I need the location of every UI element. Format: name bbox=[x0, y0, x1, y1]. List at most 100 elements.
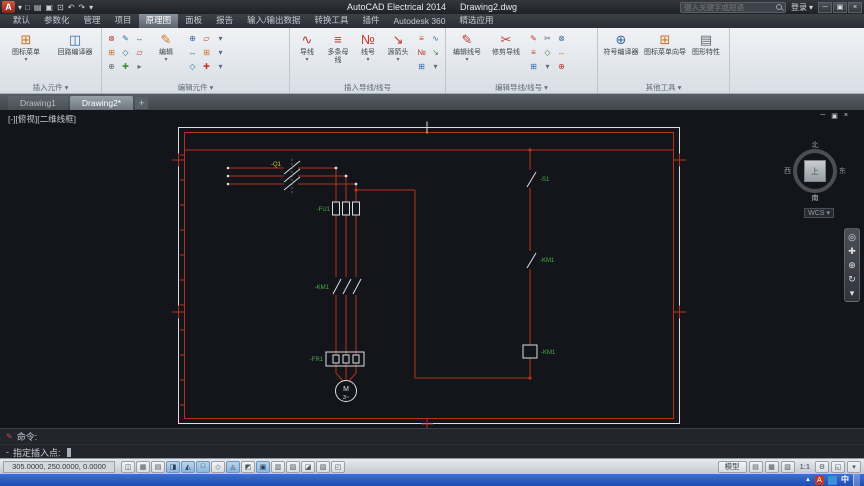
edit-tool-icon[interactable]: ▱ bbox=[133, 46, 146, 59]
viewport-controls[interactable]: [-][俯视][二维线框] bbox=[8, 113, 76, 125]
viewcube[interactable]: 上 北 南 西 东 bbox=[784, 140, 846, 203]
edit-wire-tool-icon[interactable]: ⊕ bbox=[555, 60, 568, 73]
drawing-properties-button[interactable]: ▤ 图形特性 bbox=[689, 30, 723, 58]
toggle-object-snap[interactable]: □ bbox=[196, 460, 210, 473]
sign-in-button[interactable]: 登录 ▾ bbox=[791, 2, 813, 13]
ribbon-tab-import-export[interactable]: 输入/输出数据 bbox=[240, 13, 307, 28]
command-line[interactable]: ✎ 命令: - 指定插入点: bbox=[0, 428, 864, 458]
viewport-minimize-icon[interactable]: ─ bbox=[820, 112, 825, 120]
wcs-dropdown[interactable]: WCS ▾ bbox=[804, 208, 834, 218]
viewcube-cube[interactable]: 上 bbox=[804, 160, 826, 182]
open-file-icon[interactable]: ▤ bbox=[34, 3, 42, 12]
edit-button[interactable]: ✎ 编辑 ▾ bbox=[149, 30, 183, 64]
toggle-dynamic-input[interactable]: ▣ bbox=[256, 460, 270, 473]
coordinates-readout[interactable]: 305.0000, 250.0000, 0.0000 bbox=[3, 460, 115, 473]
flyout-chevron-icon[interactable]: ▾ bbox=[541, 60, 554, 73]
edit-tool-icon[interactable]: ✎ bbox=[119, 32, 132, 45]
viewcube-north-label[interactable]: 北 bbox=[812, 140, 819, 150]
wire-button[interactable]: ∿ 导线 ▾ bbox=[293, 30, 321, 64]
annotation-scale[interactable]: 1:1 bbox=[797, 462, 813, 471]
trim-wire-button[interactable]: ✂ 修剪导线 bbox=[488, 30, 524, 58]
wire-tool-icon[interactable]: ∿ bbox=[429, 32, 442, 45]
tray-app-icon[interactable] bbox=[828, 475, 837, 485]
doc-tab-drawing2[interactable]: Drawing2* bbox=[69, 96, 134, 110]
quick-view-layouts-icon[interactable]: ▤ bbox=[748, 460, 763, 473]
panel-title-insert-components[interactable]: 插入元件 ▾ bbox=[0, 81, 101, 93]
toggle-3d-object-snap[interactable]: ◇ bbox=[211, 460, 225, 473]
redo-icon[interactable]: ↷ bbox=[78, 3, 85, 12]
doc-tab-drawing1[interactable]: Drawing1 bbox=[8, 96, 68, 110]
app-logo-icon[interactable]: A bbox=[2, 1, 15, 13]
zoom-icon[interactable]: ⊕ bbox=[848, 260, 856, 270]
edit-tool-icon[interactable]: ⊕ bbox=[105, 60, 118, 73]
save-icon[interactable]: ▣ bbox=[45, 3, 53, 12]
ribbon-tab-panel[interactable]: 面板 bbox=[178, 13, 209, 28]
edit-tool-icon[interactable]: ⊞ bbox=[105, 46, 118, 59]
ribbon-tab-parametric[interactable]: 参数化 bbox=[37, 13, 77, 28]
restore-button[interactable]: ▣ bbox=[833, 1, 847, 13]
symbol-builder-button[interactable]: ⊕ 符号编译器 bbox=[601, 30, 641, 58]
help-search-box[interactable] bbox=[679, 1, 786, 13]
pan-icon[interactable]: ✚ bbox=[848, 246, 856, 256]
toggle-dynamic-ucs[interactable]: ◩ bbox=[241, 460, 255, 473]
toggle-snap[interactable]: ▦ bbox=[136, 460, 150, 473]
steering-wheel-icon[interactable]: ◎ bbox=[848, 232, 856, 242]
wire-number-button[interactable]: № 线号 ▾ bbox=[355, 30, 381, 64]
ribbon-tab-autodesk-360[interactable]: Autodesk 360 bbox=[387, 15, 453, 28]
panel-title-other-tools[interactable]: 其他工具 ▾ bbox=[598, 81, 729, 93]
ribbon-tab-conversion-tools[interactable]: 转换工具 bbox=[307, 13, 355, 28]
edit-wire-tool-icon[interactable]: ⊗ bbox=[555, 32, 568, 45]
viewcube-east-label[interactable]: 东 bbox=[839, 166, 846, 176]
edit-wire-tool-icon[interactable]: ≡ bbox=[527, 46, 540, 59]
toggle-ortho[interactable]: ◨ bbox=[166, 460, 180, 473]
search-input[interactable] bbox=[683, 2, 773, 12]
new-drawing-tab-button[interactable]: + bbox=[135, 97, 149, 109]
autocad-tray-icon[interactable]: A bbox=[815, 475, 824, 485]
ribbon-tab-manage[interactable]: 管理 bbox=[77, 13, 108, 28]
edit-tool-icon[interactable]: ▱ bbox=[200, 32, 213, 45]
wire-tool-icon[interactable]: ≡ bbox=[415, 32, 428, 45]
edit-tool-icon[interactable]: ⊞ bbox=[200, 46, 213, 59]
panel-title-edit-wires[interactable]: 编辑导线/线号 ▾ bbox=[446, 81, 597, 93]
panel-title-insert-wires[interactable]: 插入导线/线号 bbox=[290, 81, 445, 93]
tray-expand-icon[interactable]: ▲ bbox=[805, 477, 811, 483]
edit-tool-icon[interactable]: ✚ bbox=[119, 60, 132, 73]
new-file-icon[interactable]: □ bbox=[25, 3, 30, 12]
flyout-chevron-icon[interactable]: ▾ bbox=[429, 60, 442, 73]
toggle-object-snap-tracking[interactable]: ◬ bbox=[226, 460, 240, 473]
ribbon-tab-schematic[interactable]: 原理图 bbox=[138, 13, 179, 28]
flyout-chevron-icon[interactable]: ▾ bbox=[214, 32, 227, 45]
plot-icon[interactable]: ⊡ bbox=[57, 3, 64, 12]
viewcube-south-label[interactable]: 南 bbox=[812, 193, 819, 203]
toggle-infer-constraints[interactable]: ◫ bbox=[121, 460, 135, 473]
icon-menu-button[interactable]: ⊞ 图标菜单 ▾ bbox=[3, 30, 49, 64]
ribbon-tab-plugins[interactable]: 插件 bbox=[356, 13, 387, 28]
source-arrow-button[interactable]: ↘ 源箭头 ▾ bbox=[384, 30, 412, 64]
ribbon-tab-featured-apps[interactable]: 精选应用 bbox=[453, 13, 501, 28]
command-customize-icon[interactable]: ✎ bbox=[6, 432, 13, 441]
toggle-quick-properties[interactable]: ◪ bbox=[301, 460, 315, 473]
wire-tool-icon[interactable]: ↘ bbox=[429, 46, 442, 59]
drawing-canvas[interactable]: -Q1 -FU1 -KM1 -FR1 M 3~ -S1 -KM1 -KM1 [-… bbox=[0, 110, 864, 428]
edit-wire-tool-icon[interactable]: ✂ bbox=[541, 32, 554, 45]
ribbon-tab-project[interactable]: 项目 bbox=[108, 13, 139, 28]
edit-tool-icon[interactable]: ▸ bbox=[133, 60, 146, 73]
ime-language-icon[interactable]: 中 bbox=[841, 475, 849, 485]
undo-icon[interactable]: ↶ bbox=[68, 3, 75, 12]
toggle-annotation-monitor[interactable]: ◰ bbox=[331, 460, 345, 473]
panel-title-edit-components[interactable]: 编辑元件 ▾ bbox=[102, 81, 289, 93]
model-space-button[interactable]: 模型 bbox=[717, 460, 747, 473]
edit-wire-tool-icon[interactable]: ◇ bbox=[541, 46, 554, 59]
wire-tool-icon[interactable]: № bbox=[415, 46, 428, 59]
search-icon[interactable] bbox=[775, 4, 782, 10]
icon-menu-wizard-button[interactable]: ⊞ 图标菜单向导 bbox=[644, 30, 686, 58]
annotation-visibility-icon[interactable]: ▧ bbox=[780, 460, 795, 473]
show-desktop-button[interactable] bbox=[853, 474, 860, 486]
quick-view-drawings-icon[interactable]: ▦ bbox=[764, 460, 779, 473]
navbar-more-icon[interactable]: ▾ bbox=[850, 288, 855, 298]
edit-wire-tool-icon[interactable]: ✎ bbox=[527, 32, 540, 45]
flyout-chevron-icon[interactable]: ▾ bbox=[214, 46, 227, 59]
edit-tool-icon[interactable]: ↔ bbox=[133, 32, 146, 45]
ribbon-tab-report[interactable]: 报告 bbox=[209, 13, 240, 28]
minimize-button[interactable]: ─ bbox=[818, 1, 832, 13]
